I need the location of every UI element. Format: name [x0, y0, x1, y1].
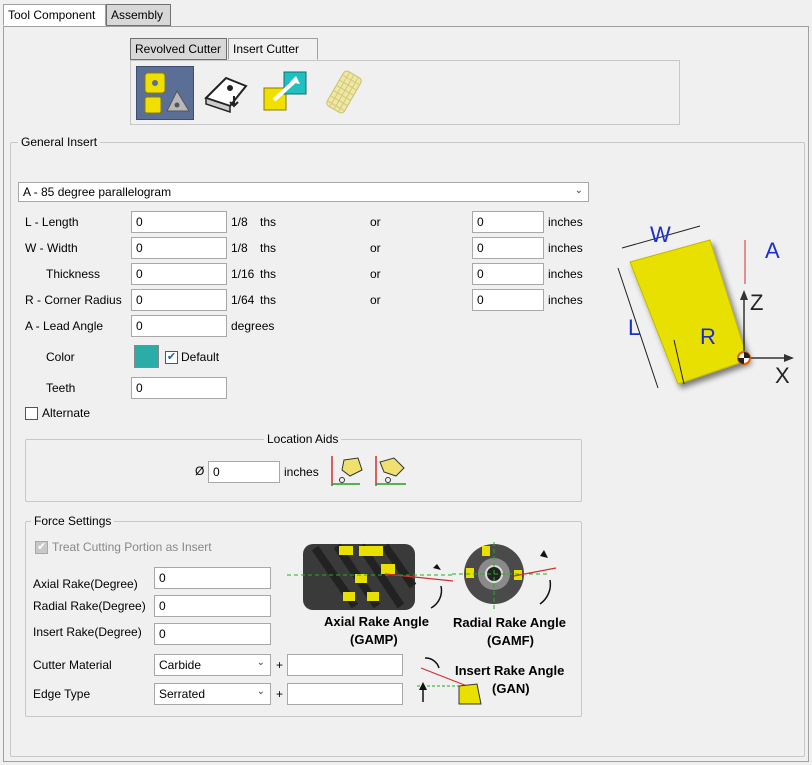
thickness-ths: ths [260, 267, 277, 281]
length-input[interactable] [131, 211, 227, 233]
width-inches-input[interactable] [472, 237, 544, 259]
diagram-x-label: X [775, 363, 790, 388]
chevron-down-icon: ⌄ [574, 185, 583, 196]
width-label: W - Width [25, 241, 78, 255]
width-inches-unit: inches [548, 241, 583, 255]
insert-rake-caption: Insert Rake Angle [455, 663, 565, 678]
cutter-material-extra-input[interactable] [287, 654, 403, 676]
radial-rake-input[interactable] [154, 595, 271, 617]
radial-rake-label: Radial Rake(Degree) [33, 599, 146, 613]
diameter-symbol: Ø [195, 464, 205, 478]
general-insert-icon[interactable] [136, 66, 194, 120]
knurl-insert-icon[interactable] [320, 68, 368, 116]
insert-rake-input[interactable] [154, 623, 271, 645]
length-ths: ths [260, 215, 277, 229]
cutter-material-label: Cutter Material [33, 658, 112, 672]
lead-angle-input[interactable] [131, 315, 227, 337]
width-unit: 1/8 [231, 241, 248, 255]
tab-insert-cutter[interactable]: Insert Cutter [228, 38, 318, 60]
tab-assembly[interactable]: Assembly [106, 4, 171, 26]
edge-type-select[interactable]: Serrated ⌄ [154, 683, 271, 705]
radial-rake-caption: Radial Rake Angle [453, 615, 566, 630]
insert-rake-illustration [415, 650, 485, 708]
force-settings-title: Force Settings [31, 514, 115, 528]
thickness-label: Thickness [46, 267, 101, 281]
corner-radius-unit: 1/64 [231, 293, 255, 307]
corner-radius-label: R - Corner Radius [25, 293, 122, 307]
diagram-a-label: A [765, 238, 780, 263]
radial-rake-illustration [452, 540, 562, 616]
insert-shape-select[interactable]: A - 85 degree parallelogram ⌄ [18, 182, 589, 202]
thickness-input[interactable] [131, 263, 227, 285]
teeth-input[interactable] [131, 377, 227, 399]
lead-angle-unit: degrees [231, 319, 275, 333]
treat-cutting-label: Treat Cutting Portion as Insert [52, 540, 212, 554]
tab-revolved-cutter[interactable]: Revolved Cutter [130, 38, 227, 60]
alternate-checkbox[interactable] [25, 407, 38, 420]
color-swatch[interactable] [134, 345, 159, 368]
thickness-or: or [370, 267, 381, 281]
edge-type-extra-input[interactable] [287, 683, 403, 705]
width-ths: ths [260, 241, 277, 255]
axial-rake-illustration [285, 540, 455, 620]
axial-rake-label: Axial Rake(Degree) [33, 577, 138, 591]
width-input[interactable] [131, 237, 227, 259]
diagram-z-label: Z [750, 290, 764, 315]
corner-radius-ths: ths [260, 293, 277, 307]
insert-dimension-diagram: W A Z L R X [600, 220, 805, 400]
cutter-material-value: Carbide [159, 658, 202, 672]
axial-rake-code: (GAMP) [350, 632, 398, 647]
diagram-r-label: R [700, 324, 716, 349]
length-or: or [370, 215, 381, 229]
corner-radius-inches-unit: inches [548, 293, 583, 307]
treat-cutting-checkbox[interactable]: ✔ [35, 541, 48, 554]
axial-rake-caption: Axial Rake Angle [324, 614, 430, 629]
insert-rake-code: (GAN) [492, 681, 530, 696]
location-aids-title: Location Aids [264, 432, 342, 446]
corner-radius-inches-input[interactable] [472, 289, 544, 311]
cutter-material-select[interactable]: Carbide ⌄ [154, 654, 271, 676]
insert-rake-label: Insert Rake(Degree) [33, 625, 142, 639]
material-plus: + [276, 658, 284, 672]
default-color-checkbox[interactable]: ✔ [165, 351, 178, 364]
alternate-label: Alternate [42, 406, 91, 420]
lead-angle-label: A - Lead Angle [25, 319, 104, 333]
chevron-down-icon: ⌄ [256, 686, 265, 697]
edge-plus: + [276, 687, 284, 701]
corner-radius-input[interactable] [131, 289, 227, 311]
radial-rake-code: (GAMF) [487, 633, 534, 648]
custom-insert-icon[interactable] [200, 68, 252, 116]
color-label: Color [46, 350, 75, 364]
location-unit: inches [284, 465, 319, 479]
location-diameter-input[interactable] [208, 461, 280, 483]
length-inches-input[interactable] [472, 211, 544, 233]
location-aid-right-icon[interactable] [374, 454, 410, 488]
length-label: L - Length [25, 215, 79, 229]
insert-shape-value: A - 85 degree parallelogram [23, 185, 172, 199]
width-or: or [370, 241, 381, 255]
thickness-inches-input[interactable] [472, 263, 544, 285]
diagram-l-label: L [628, 315, 641, 340]
tab-tool-component[interactable]: Tool Component [3, 4, 106, 26]
axial-rake-input[interactable] [154, 567, 271, 589]
location-aid-left-icon[interactable] [330, 454, 366, 488]
default-color-label: Default [181, 350, 220, 364]
thickness-unit: 1/16 [231, 267, 255, 281]
edge-type-value: Serrated [159, 687, 206, 701]
teeth-label: Teeth [46, 381, 76, 395]
chevron-down-icon: ⌄ [256, 657, 265, 668]
thickness-inches-unit: inches [548, 267, 583, 281]
general-insert-title: General Insert [18, 135, 101, 149]
edge-type-label: Edge Type [33, 687, 91, 701]
corner-radius-or: or [370, 293, 381, 307]
diagram-w-label: W [650, 222, 671, 247]
length-inches-unit: inches [548, 215, 583, 229]
import-insert-icon[interactable] [260, 68, 312, 116]
length-unit: 1/8 [231, 215, 248, 229]
